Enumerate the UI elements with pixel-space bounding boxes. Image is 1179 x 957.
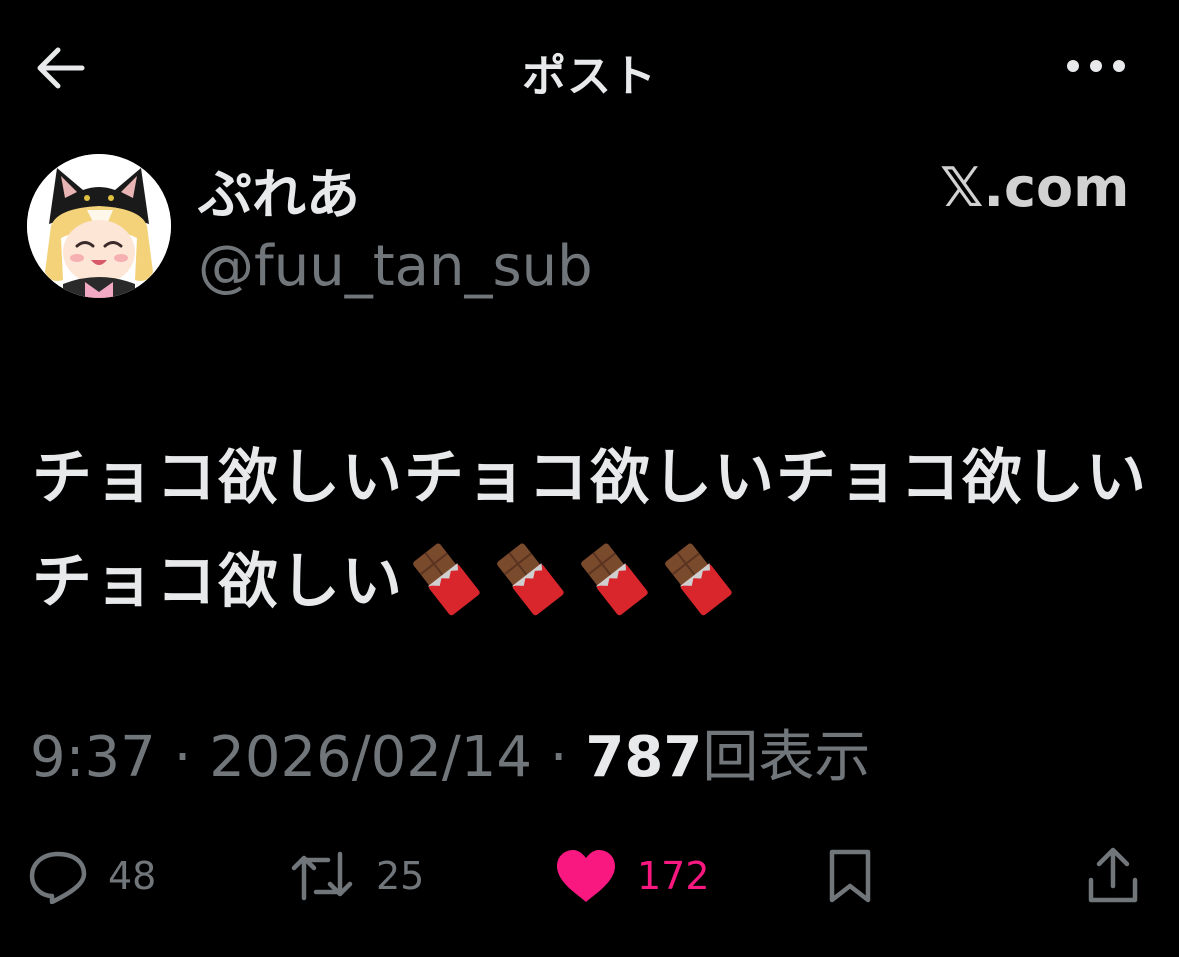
reply-count: 48: [108, 854, 157, 898]
post-text: チョコ欲しいチョコ欲しいチョコ欲しいチョコ欲しい: [32, 426, 1162, 634]
chocolate-bar-icon: [581, 543, 648, 616]
meta-separator: ·: [549, 725, 568, 790]
emoji-row: [410, 540, 732, 616]
like-button[interactable]: 172: [555, 836, 710, 916]
top-bar: ポスト: [0, 0, 1179, 130]
avatar[interactable]: [27, 154, 171, 298]
chocolate-bar-icon: [413, 543, 480, 616]
avatar-image: [27, 154, 171, 298]
repost-count: 25: [376, 854, 425, 898]
user-handle[interactable]: @fuu_tan_sub: [198, 234, 593, 299]
meta-separator: ·: [173, 725, 192, 790]
reply-icon: [29, 851, 87, 904]
share-button[interactable]: [1086, 836, 1140, 916]
action-bar: 48 25 172: [0, 836, 1179, 916]
more-button[interactable]: [1060, 44, 1132, 88]
repost-icon: [291, 851, 353, 901]
post-date[interactable]: 2026/02/14: [209, 725, 532, 790]
views-label: 回表示: [702, 725, 871, 790]
brand-link[interactable]: 𝕏.com: [940, 156, 1129, 219]
display-name[interactable]: ぷれあ: [198, 150, 360, 229]
post-meta: 9:37 · 2026/02/14 · 787回表示: [30, 712, 870, 793]
views-count: 787: [585, 725, 703, 790]
heart-filled-icon: [557, 850, 615, 902]
like-count: 172: [637, 854, 710, 898]
post-time[interactable]: 9:37: [30, 725, 156, 790]
chocolate-bar-icon: [665, 543, 732, 616]
bookmark-icon: [829, 849, 871, 903]
page-title: ポスト: [522, 51, 657, 102]
chocolate-bar-icon: [497, 543, 564, 616]
repost-button[interactable]: 25: [288, 836, 424, 916]
more-horizontal-icon: [1067, 60, 1125, 72]
reply-button[interactable]: 48: [28, 836, 156, 916]
share-icon: [1088, 847, 1138, 903]
bookmark-button[interactable]: [826, 836, 874, 916]
